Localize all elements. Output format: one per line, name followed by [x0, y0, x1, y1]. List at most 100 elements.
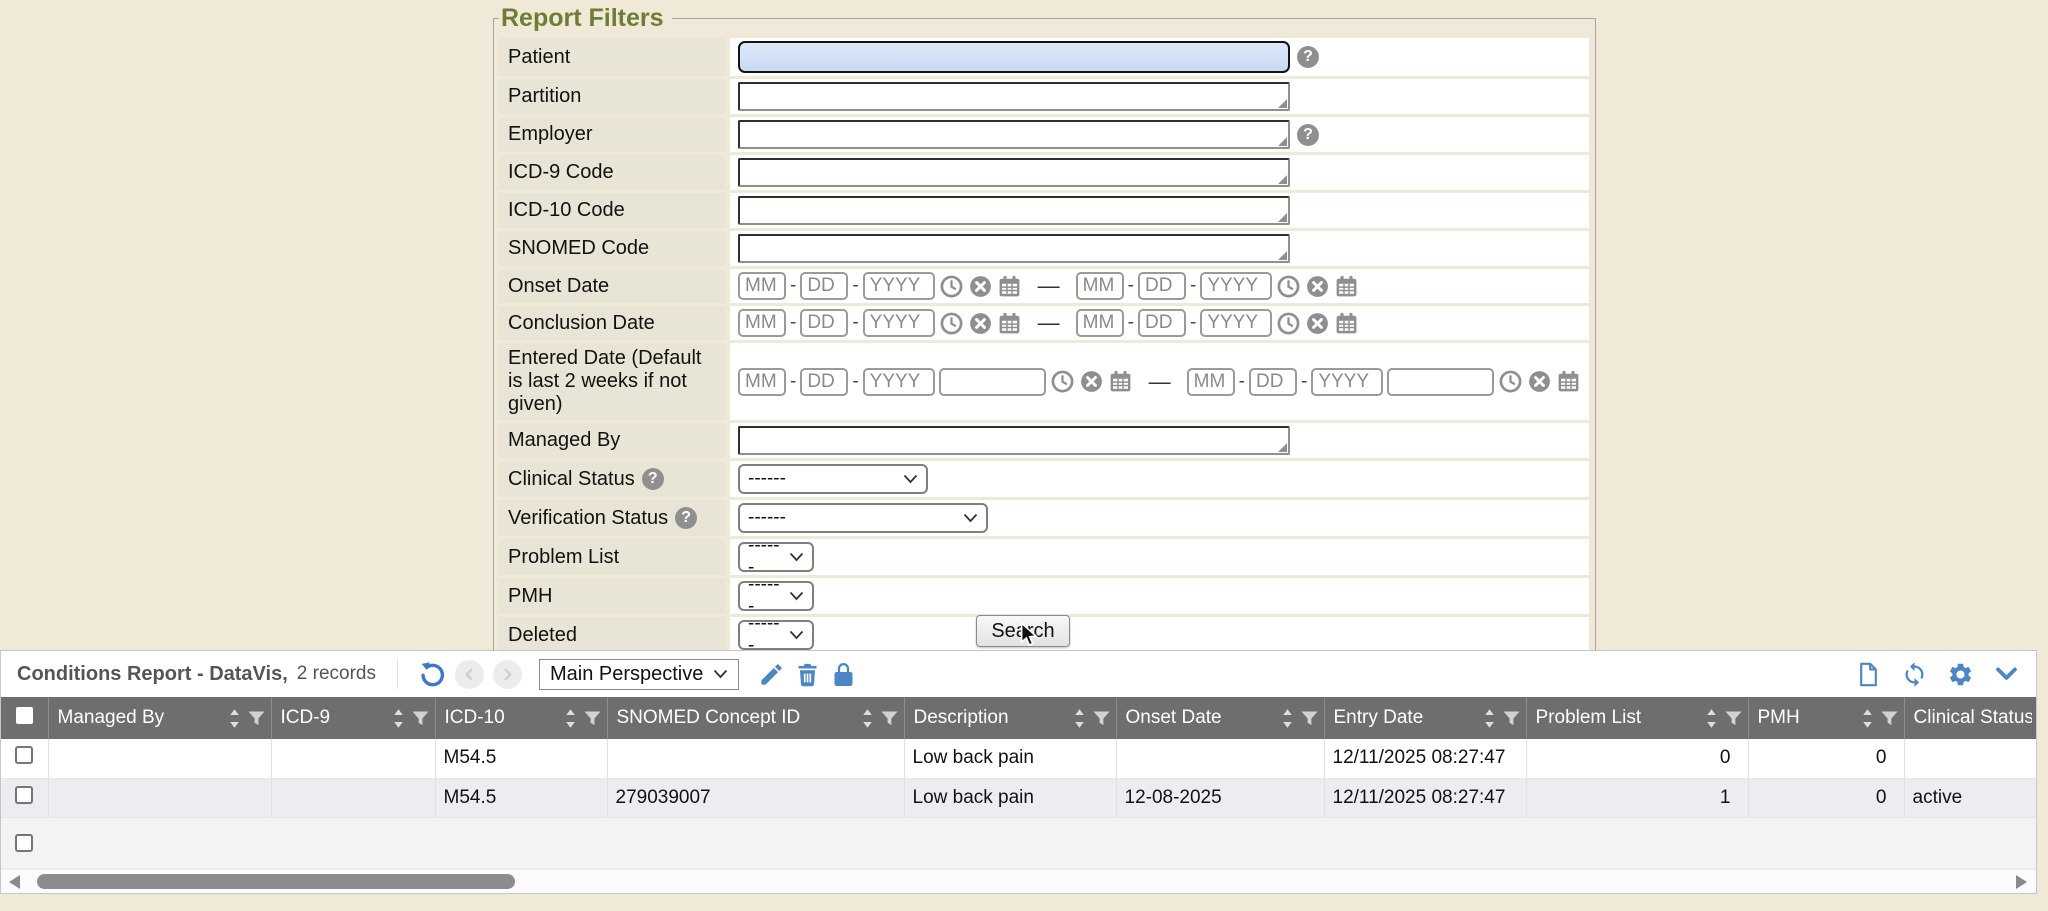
calendar-icon[interactable] — [1556, 369, 1581, 394]
scroll-left-arrow-icon[interactable] — [9, 875, 20, 889]
help-icon[interactable]: ? — [1297, 124, 1319, 146]
column-header-managed_by[interactable]: Managed By — [48, 697, 271, 739]
conclusion-date-start-yyyy-input[interactable] — [863, 309, 935, 337]
clear-icon[interactable] — [1079, 369, 1104, 394]
perspective-select[interactable]: Main Perspective — [539, 659, 739, 690]
filter-funnel-icon[interactable] — [1881, 711, 1898, 726]
clear-icon[interactable] — [1305, 311, 1330, 336]
lock-icon[interactable] — [830, 661, 857, 688]
help-icon[interactable]: ? — [675, 507, 697, 529]
calendar-icon[interactable] — [997, 311, 1022, 336]
search-button[interactable]: Search — [976, 615, 1070, 647]
filter-funnel-icon[interactable] — [412, 711, 429, 726]
clock-icon[interactable] — [1050, 369, 1075, 394]
calendar-icon[interactable] — [1108, 369, 1133, 394]
partition-input[interactable] — [738, 82, 1290, 111]
entered-date-end-mm-input[interactable] — [1187, 368, 1235, 396]
sort-icon[interactable] — [228, 708, 241, 729]
row-checkbox[interactable] — [15, 746, 33, 764]
sort-icon[interactable] — [1073, 708, 1086, 729]
column-header-onset_date[interactable]: Onset Date — [1116, 697, 1324, 739]
entered-date-start-yyyy-input[interactable] — [863, 368, 935, 396]
column-header-clinical_status[interactable]: Clinical Status — [1904, 697, 2037, 739]
entered-date-start-mm-input[interactable] — [738, 368, 786, 396]
clear-icon[interactable] — [968, 274, 993, 299]
filter-funnel-icon[interactable] — [584, 711, 601, 726]
conclusion-date-end-dd-input[interactable] — [1138, 309, 1186, 337]
edit-pencil-icon[interactable] — [758, 661, 785, 688]
collapse-chevron-icon[interactable] — [1993, 661, 2020, 688]
undo-icon[interactable] — [419, 661, 446, 688]
calendar-icon[interactable] — [1334, 311, 1359, 336]
column-header-icd10[interactable]: ICD-10 — [435, 697, 607, 739]
clock-icon[interactable] — [1498, 369, 1523, 394]
clock-icon[interactable] — [1276, 311, 1301, 336]
sort-icon[interactable] — [564, 708, 577, 729]
verification-status-select[interactable]: ------ — [738, 503, 988, 533]
entered-date-start-time-input[interactable] — [939, 368, 1046, 396]
clinical-status-select[interactable]: ------ — [738, 464, 928, 494]
icd9-code-input[interactable] — [738, 158, 1290, 187]
entered-date-end-yyyy-input[interactable] — [1311, 368, 1383, 396]
onset-date-start-dd-input[interactable] — [800, 272, 848, 300]
entered-date-end-dd-input[interactable] — [1249, 368, 1297, 396]
column-header-problem_list[interactable]: Problem List — [1526, 697, 1748, 739]
column-header-description[interactable]: Description — [904, 697, 1116, 739]
sort-icon[interactable] — [1483, 708, 1496, 729]
filter-funnel-icon[interactable] — [248, 711, 265, 726]
sort-icon[interactable] — [1705, 708, 1718, 729]
column-header-entry_date[interactable]: Entry Date — [1324, 697, 1526, 739]
clock-icon[interactable] — [939, 311, 964, 336]
column-header-pmh[interactable]: PMH — [1748, 697, 1904, 739]
column-header-select[interactable] — [1, 697, 48, 739]
settings-gear-icon[interactable] — [1947, 661, 1974, 688]
entered-date-end-time-input[interactable] — [1387, 368, 1494, 396]
managed-by-input[interactable] — [738, 426, 1290, 455]
scroll-right-arrow-icon[interactable] — [2016, 875, 2027, 889]
select-all-checkbox[interactable] — [16, 707, 33, 724]
scrollbar-thumb[interactable] — [37, 874, 515, 889]
conclusion-date-end-mm-input[interactable] — [1076, 309, 1124, 337]
conclusion-date-start-mm-input[interactable] — [738, 309, 786, 337]
filter-funnel-icon[interactable] — [1503, 711, 1520, 726]
icd10-code-input[interactable] — [738, 196, 1290, 225]
calendar-icon[interactable] — [997, 274, 1022, 299]
row-checkbox[interactable] — [15, 834, 33, 852]
onset-date-end-dd-input[interactable] — [1138, 272, 1186, 300]
pmh-select[interactable]: ------ — [738, 581, 814, 611]
delete-trash-icon[interactable] — [794, 661, 821, 688]
sort-icon[interactable] — [861, 708, 874, 729]
nav-back-button[interactable] — [455, 660, 484, 689]
deleted-select[interactable]: ------ — [738, 620, 814, 650]
clock-icon[interactable] — [1276, 274, 1301, 299]
refresh-icon[interactable] — [1901, 661, 1928, 688]
snomed-code-input[interactable] — [738, 234, 1290, 263]
filter-funnel-icon[interactable] — [1093, 711, 1110, 726]
onset-date-end-mm-input[interactable] — [1076, 272, 1124, 300]
problem-list-select[interactable]: ------ — [738, 542, 814, 572]
filter-funnel-icon[interactable] — [1301, 711, 1318, 726]
clear-icon[interactable] — [968, 311, 993, 336]
sort-icon[interactable] — [1861, 708, 1874, 729]
clear-icon[interactable] — [1305, 274, 1330, 299]
onset-date-end-yyyy-input[interactable] — [1200, 272, 1272, 300]
sort-icon[interactable] — [1281, 708, 1294, 729]
filter-funnel-icon[interactable] — [1725, 711, 1742, 726]
employer-input[interactable] — [738, 120, 1290, 149]
onset-date-start-yyyy-input[interactable] — [863, 272, 935, 300]
clock-icon[interactable] — [939, 274, 964, 299]
new-document-icon[interactable] — [1855, 661, 1882, 688]
filter-funnel-icon[interactable] — [881, 711, 898, 726]
entered-date-start-dd-input[interactable] — [800, 368, 848, 396]
sort-icon[interactable] — [392, 708, 405, 729]
column-header-snomed_concept_id[interactable]: SNOMED Concept ID — [607, 697, 904, 739]
nav-forward-button[interactable] — [493, 660, 522, 689]
clear-icon[interactable] — [1527, 369, 1552, 394]
patient-input[interactable] — [738, 41, 1290, 73]
conclusion-date-end-yyyy-input[interactable] — [1200, 309, 1272, 337]
help-icon[interactable]: ? — [642, 468, 664, 490]
row-checkbox[interactable] — [15, 786, 33, 804]
conclusion-date-start-dd-input[interactable] — [800, 309, 848, 337]
column-header-icd9[interactable]: ICD-9 — [271, 697, 435, 739]
calendar-icon[interactable] — [1334, 274, 1359, 299]
